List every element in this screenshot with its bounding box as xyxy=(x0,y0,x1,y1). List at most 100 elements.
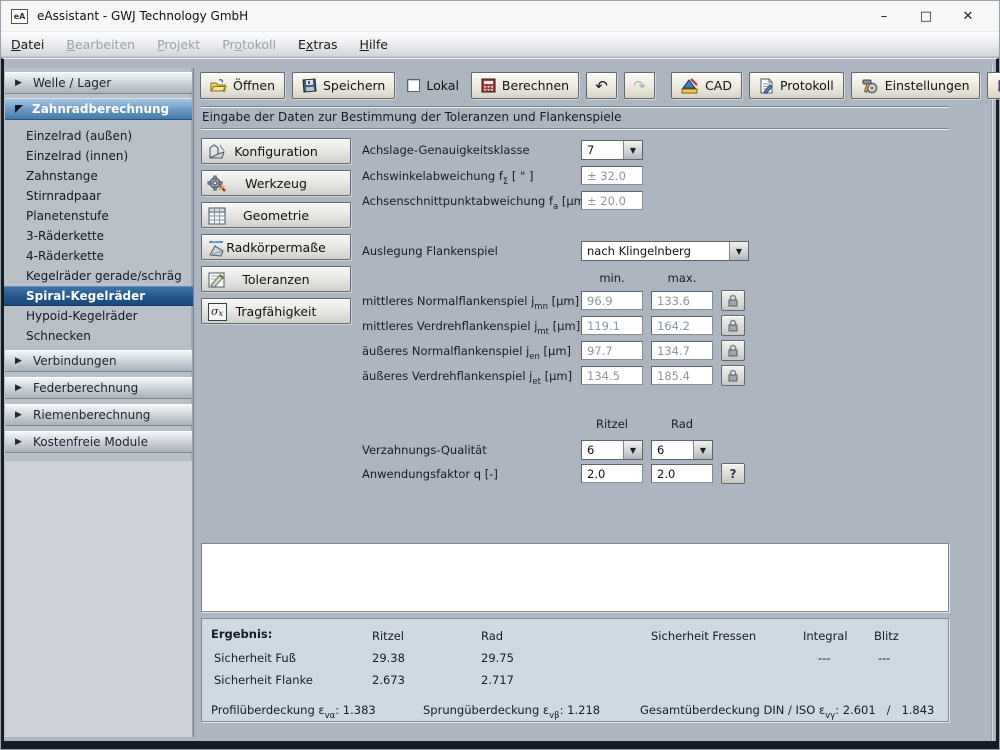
local-checkbox[interactable]: Lokal xyxy=(407,78,459,93)
jmn-min-field xyxy=(581,291,643,310)
result-col-wheel: Rad xyxy=(481,629,504,643)
checkbox-box xyxy=(407,79,421,92)
close-button[interactable]: ✕ xyxy=(947,2,989,30)
nav-radkoerpermasse-button[interactable]: Radkörpermaße xyxy=(201,234,351,260)
backlash-design-dropdown[interactable]: nach Klingelnberg ▼ xyxy=(581,241,749,261)
sidebar-item-einzelrad-innen[interactable]: Einzelrad (innen) xyxy=(4,146,193,166)
collapsed-arrow-icon: ▶ xyxy=(15,410,22,420)
nav-werkzeug-button[interactable]: Werkzeug xyxy=(201,170,351,196)
undo-button[interactable]: ↶ xyxy=(586,72,618,99)
jmn-lock-button[interactable] xyxy=(721,290,745,311)
toolbar: Öffnen Speichern Lokal Berechnen ↶ ↷ CAD… xyxy=(200,72,1000,99)
minimize-button[interactable]: – xyxy=(863,2,905,30)
lock-icon xyxy=(728,294,738,307)
collapsed-arrow-icon: ▶ xyxy=(15,437,22,447)
cad-button[interactable]: CAD xyxy=(671,72,742,99)
sidebar-item-schnecken[interactable]: Schnecken xyxy=(4,326,193,346)
sidebar: ▶ Welle / Lager Zahnradberechnung Einzel… xyxy=(4,68,194,737)
axis-angle-label: Achswinkelabweichung fΣ [ " ] xyxy=(362,169,534,187)
menu-datei[interactable]: Datei xyxy=(11,37,44,52)
result-value: --- xyxy=(878,651,891,665)
chevron-down-icon: ▼ xyxy=(729,242,748,260)
lock-icon xyxy=(728,319,738,332)
titlebar: eA eAssistant - GWJ Technology GmbH – □ … xyxy=(1,1,999,31)
save-floppy-icon xyxy=(302,78,317,93)
quality-label: Verzahnungs-Qualität xyxy=(362,443,487,457)
result-row-label: Sicherheit Fuß xyxy=(214,651,296,665)
sidebar-item-einzelrad-aussen[interactable]: Einzelrad (außen) xyxy=(4,126,193,146)
collapsed-arrow-icon: ▶ xyxy=(15,383,22,393)
jet-max-field xyxy=(651,366,713,385)
menu-hilfe[interactable]: Hilfe xyxy=(360,37,388,52)
jen-lock-button[interactable] xyxy=(721,340,745,361)
result-col-scuffing: Sicherheit Fressen xyxy=(651,629,757,643)
sidebar-item-stirnradpaar[interactable]: Stirnradpaar xyxy=(4,186,193,206)
sidebar-group-verbindungen[interactable]: ▶ Verbindungen xyxy=(5,350,192,372)
nav-konfiguration-button[interactable]: Konfiguration xyxy=(201,138,351,164)
result-value: 2.717 xyxy=(481,673,514,687)
backlash-design-label: Auslegung Flankenspiel xyxy=(362,244,498,258)
pinion-column-header: Ritzel xyxy=(595,417,628,431)
calculate-button[interactable]: Berechnen xyxy=(470,72,580,99)
calculator-icon xyxy=(481,78,496,93)
redo-button: ↷ xyxy=(624,72,656,99)
result-value: 29.38 xyxy=(372,651,405,665)
sidebar-item-spiral-kegelraeder[interactable]: Spiral-Kegelräder xyxy=(4,286,193,306)
min-column-header: min. xyxy=(599,271,625,285)
open-button[interactable]: Öffnen xyxy=(200,72,285,99)
app-window: eA eAssistant - GWJ Technology GmbH – □ … xyxy=(0,0,1000,750)
nav-toleranzen-button[interactable]: Toleranzen xyxy=(201,266,351,292)
sidebar-item-kegelraeder[interactable]: Kegelräder gerade/schräg xyxy=(4,266,193,286)
backlash-jen-label: äußeres Normalflankenspiel jen [µm] xyxy=(362,344,572,362)
application-factor-pinion-input[interactable] xyxy=(581,464,643,483)
jmt-lock-button[interactable] xyxy=(721,315,745,336)
settings-button[interactable]: Einstellungen xyxy=(850,72,980,99)
result-value: 2.673 xyxy=(372,673,405,687)
save-button[interactable]: Speichern xyxy=(292,72,396,99)
collapsed-arrow-icon: ▶ xyxy=(15,78,22,88)
sidebar-item-planetenstufe[interactable]: Planetenstufe xyxy=(4,206,193,226)
jen-max-field xyxy=(651,341,713,360)
sidebar-item-4-raederkette[interactable]: 4-Räderkette xyxy=(4,246,193,266)
help-button[interactable]: ? Hilfe xyxy=(986,72,1000,99)
result-title: Ergebnis: xyxy=(211,627,273,641)
application-factor-wheel-input[interactable] xyxy=(651,464,713,483)
configuration-icon xyxy=(206,141,228,162)
axis-intersect-field xyxy=(581,191,643,210)
accuracy-class-dropdown[interactable]: 7 ▼ xyxy=(581,140,643,160)
nav-geometrie-button[interactable]: Geometrie xyxy=(201,202,351,228)
application-factor-help-button[interactable]: ? xyxy=(721,463,745,484)
axis-angle-field xyxy=(581,166,643,185)
menu-extras[interactable]: Extras xyxy=(298,37,338,52)
sidebar-item-hypoid-kegelraeder[interactable]: Hypoid-Kegelräder xyxy=(4,306,193,326)
backlash-jmn-label: mittleres Normalflankenspiel jmn [µm] xyxy=(362,294,580,312)
protocol-button[interactable]: Protokoll xyxy=(748,72,844,99)
collapsed-arrow-icon: ▶ xyxy=(15,356,22,366)
sidebar-group-kostenfreie-module[interactable]: ▶ Kostenfreie Module xyxy=(5,431,192,453)
backlash-jet-label: äußeres Verdrehflankenspiel jet [µm] xyxy=(362,369,573,387)
divider xyxy=(201,106,949,108)
sidebar-item-zahnstange[interactable]: Zahnstange xyxy=(4,166,193,186)
nav-tragfaehigkeit-button[interactable]: σx Tragfähigkeit xyxy=(201,298,351,324)
jmt-max-field xyxy=(651,316,713,335)
tool-gear-icon xyxy=(206,173,228,194)
sidebar-group-riemenberechnung[interactable]: ▶ Riemenberechnung xyxy=(5,404,192,426)
chevron-down-icon: ▼ xyxy=(623,441,642,459)
gear-calculation-tree: Einzelrad (außen) Einzelrad (innen) Zahn… xyxy=(4,126,193,346)
protocol-document-icon xyxy=(760,78,773,94)
quality-wheel-dropdown[interactable]: 6 ▼ xyxy=(651,440,713,460)
jet-lock-button[interactable] xyxy=(721,365,745,386)
result-col-pinion: Ritzel xyxy=(372,629,405,643)
sidebar-group-zahnradberechnung[interactable]: Zahnradberechnung xyxy=(5,98,192,120)
expanded-arrow-icon xyxy=(15,105,23,113)
quality-pinion-dropdown[interactable]: 6 ▼ xyxy=(581,440,643,460)
sidebar-item-3-raederkette[interactable]: 3-Räderkette xyxy=(4,226,193,246)
sidebar-group-welle-lager[interactable]: ▶ Welle / Lager xyxy=(5,72,192,94)
sigma-x-icon: σx xyxy=(206,301,228,322)
jet-min-field xyxy=(581,366,643,385)
result-col-integral: Integral xyxy=(803,629,848,643)
backlash-jmt-label: mittleres Verdrehflankenspiel jmt [µm] xyxy=(362,319,581,337)
sidebar-group-federberechnung[interactable]: ▶ Federberechnung xyxy=(5,377,192,399)
maximize-button[interactable]: □ xyxy=(905,2,947,30)
redo-icon: ↷ xyxy=(633,76,646,95)
